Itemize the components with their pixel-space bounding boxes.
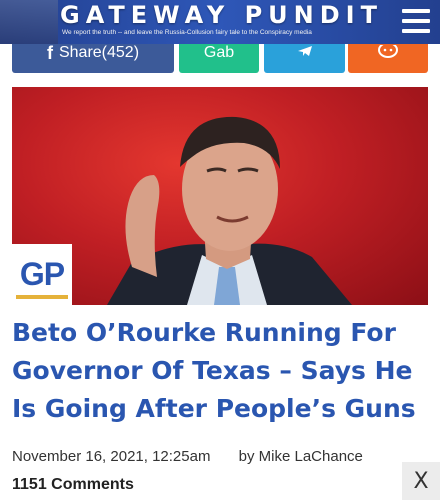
speaker-photo xyxy=(107,116,352,305)
comments-count-link[interactable]: 1151 Comments xyxy=(12,476,134,498)
header-crowd-image xyxy=(0,0,58,44)
article-date: November 16, 2021, 12:25am xyxy=(12,448,211,465)
article-meta: November 16, 2021, 12:25am by Mike LaCha… xyxy=(12,448,428,468)
telegram-icon xyxy=(297,45,312,56)
menu-line xyxy=(402,29,430,33)
share-bar: f Share(452) Gab xyxy=(12,44,428,73)
facebook-share-label: Share(452) xyxy=(58,44,140,61)
gp-logo-underline xyxy=(16,295,68,299)
telegram-share-button[interactable] xyxy=(264,44,345,73)
gp-logo-badge: GP xyxy=(12,244,72,305)
site-logo[interactable]: GATEWAY PUNDIT xyxy=(60,1,390,29)
raised-hand xyxy=(125,175,160,277)
close-overlay-button[interactable]: X xyxy=(402,462,440,500)
facebook-icon: f xyxy=(46,44,53,63)
gab-share-label: Gab xyxy=(203,44,235,61)
article-title[interactable]: Beto O’Rourke Running For Governor Of Te… xyxy=(12,314,428,428)
gab-share-button[interactable]: Gab xyxy=(179,44,259,73)
menu-line xyxy=(402,9,430,13)
parler-icon xyxy=(378,44,398,58)
facebook-share-button[interactable]: f Share(452) xyxy=(12,44,174,73)
article-author-link[interactable]: by Mike LaChance xyxy=(239,448,363,465)
site-header: GATEWAY PUNDIT We report the truth -- an… xyxy=(0,0,440,44)
parler-share-button[interactable] xyxy=(348,44,428,73)
menu-line xyxy=(402,19,430,23)
site-tagline: We report the truth -- and leave the Rus… xyxy=(62,29,312,36)
gp-logo-text: GP xyxy=(19,256,65,292)
article-hero-image[interactable]: GP xyxy=(12,87,428,305)
hamburger-menu-icon[interactable] xyxy=(402,9,430,33)
